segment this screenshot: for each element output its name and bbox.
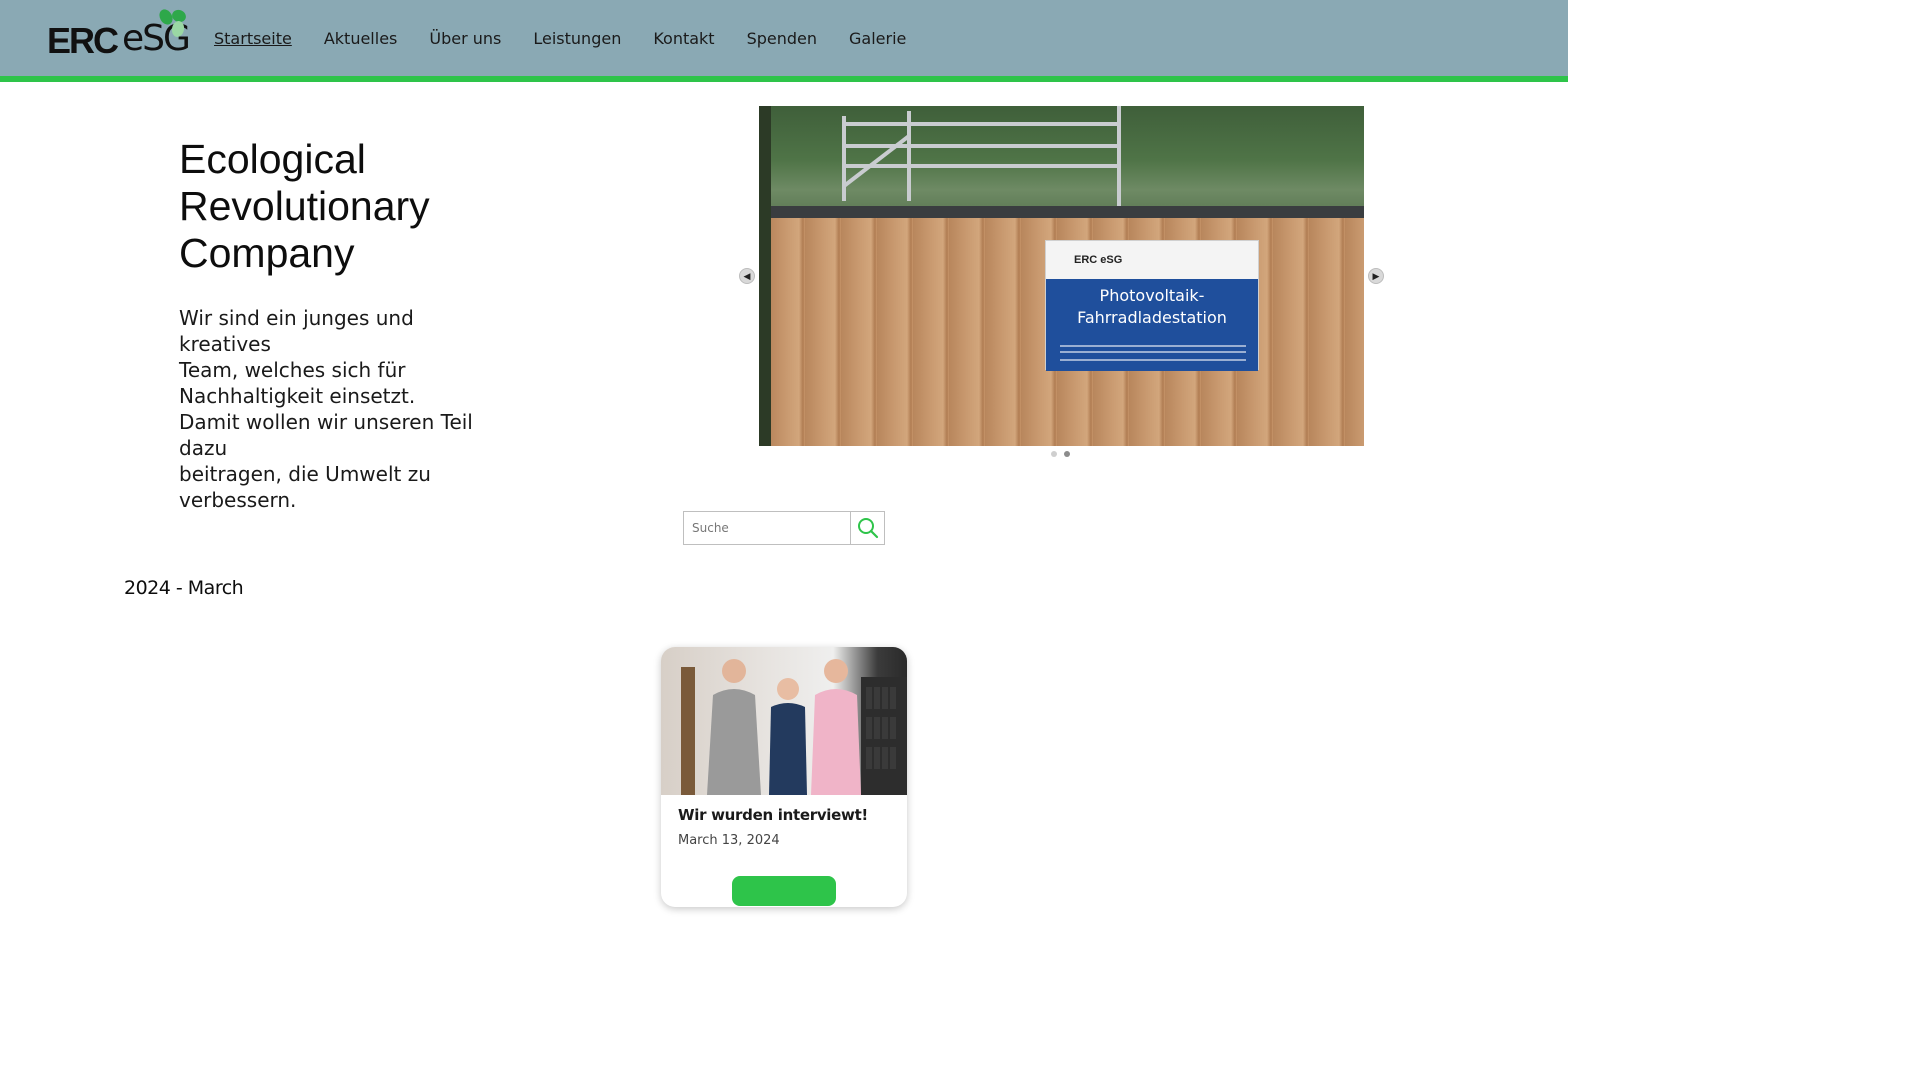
hero-text-line: beitragen, die Umwelt zu [179,462,431,486]
hero-text-line: verbessern. [179,488,297,512]
nav-item-ueber-uns[interactable]: Über uns [429,29,501,48]
archive-heading: 2024 - March [124,577,244,599]
leaf-icon [159,9,186,37]
hero-description: Wir sind ein junges und kreatives Team, … [179,305,509,513]
hero-title-line: Revolutionary [179,183,430,229]
sign-title-line: Fahrradladestation [1077,308,1227,327]
hero-text-line: Damit wollen wir unseren Teil dazu [179,410,473,460]
slide-sign: ERC eSG Photovoltaik- Fahrradladestation [1045,240,1259,371]
hero-text-line: Wir sind ein junges und kreatives [179,306,414,356]
sign-fine-print [1060,359,1246,361]
search-form [683,511,885,545]
nav-item-kontakt[interactable]: Kontakt [653,29,714,48]
nav-item-startseite[interactable]: Startseite [214,29,292,48]
search-button[interactable] [851,512,884,544]
logo-erc-text: ERC [47,20,119,61]
slider-prev-button[interactable]: ◀ [739,268,755,284]
site-header: ERC eSG Startseite Aktuelles Über uns Le… [0,0,1568,76]
hero-title-line: Company [179,230,355,276]
post-date: March 13, 2024 [678,833,780,848]
sign-title: Photovoltaik- Fahrradladestation [1046,285,1258,329]
nav-item-galerie[interactable]: Galerie [849,29,906,48]
post-image[interactable] [661,647,907,795]
slider-next-button[interactable]: ▶ [1368,268,1384,284]
sign-fine-print [1060,345,1246,347]
hero-text-line: Team, welches sich für [179,358,406,382]
sign-fine-print [1060,351,1246,353]
slider-dot-active[interactable] [1064,451,1070,457]
sign-title-line: Photovoltaik- [1099,286,1205,305]
site-logo[interactable]: ERC eSG [46,8,196,64]
hero-title: Ecological Revolutionary Company [179,136,539,277]
chevron-right-icon: ▶ [1372,270,1380,281]
post-photo-people [681,659,907,795]
slider-dot[interactable] [1051,451,1057,457]
slider-pagination [1051,451,1070,457]
post-title[interactable]: Wir wurden interviewt! [678,806,868,824]
nav-item-aktuelles[interactable]: Aktuelles [324,29,398,48]
search-input[interactable] [684,512,851,544]
main-nav: Startseite Aktuelles Über uns Leistungen… [214,29,938,48]
post-card[interactable]: Wir wurden interviewt! March 13, 2024 [661,647,907,907]
nav-item-leistungen[interactable]: Leistungen [533,29,621,48]
sign-logo-text: ERC eSG [1074,254,1123,266]
nav-item-spenden[interactable]: Spenden [747,29,817,48]
read-more-button[interactable] [732,876,836,906]
image-slider[interactable]: ERC eSG Photovoltaik- Fahrradladestation [759,106,1364,446]
slide-edge [759,106,771,446]
scaffold-graphic [842,106,1121,206]
chevron-left-icon: ◀ [743,270,751,281]
hero-text-line: Nachhaltigkeit einsetzt. [179,384,416,408]
hero-title-line: Ecological [179,136,366,182]
header-accent-bar [0,76,1568,82]
search-icon [857,518,878,539]
